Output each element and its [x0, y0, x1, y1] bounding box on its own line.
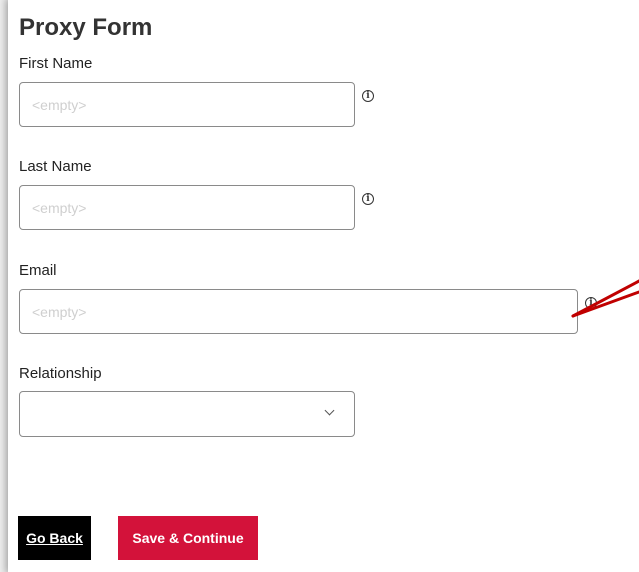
email-label: Email	[19, 262, 57, 279]
relationship-label: Relationship	[19, 365, 102, 382]
chevron-down-icon	[324, 405, 335, 416]
first-name-input[interactable]	[19, 82, 355, 127]
save-continue-button[interactable]: Save & Continue	[118, 516, 258, 560]
info-icon[interactable]: i	[362, 193, 374, 205]
last-name-label: Last Name	[19, 158, 92, 175]
last-name-input[interactable]	[19, 185, 355, 230]
annotation-arrow	[571, 279, 639, 318]
go-back-button[interactable]: Go Back	[18, 516, 91, 560]
relationship-select[interactable]	[19, 391, 355, 437]
info-icon[interactable]: i	[362, 90, 374, 102]
email-input[interactable]	[19, 289, 578, 334]
first-name-label: First Name	[19, 55, 93, 72]
page-title: Proxy Form	[19, 14, 153, 41]
